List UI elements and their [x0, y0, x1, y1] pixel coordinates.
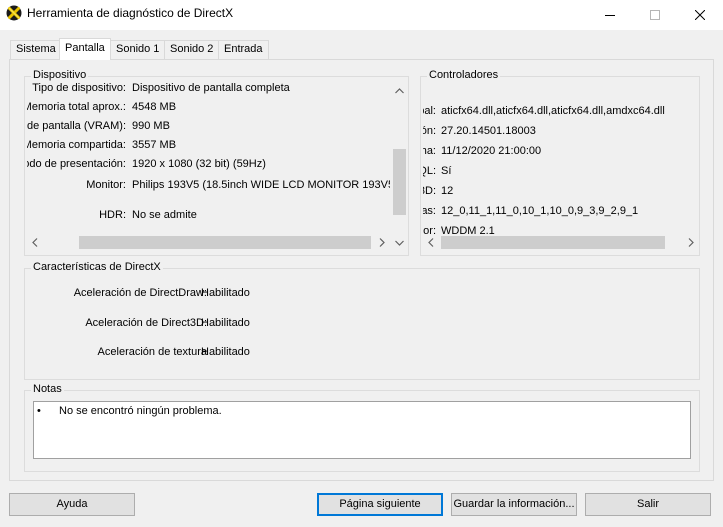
title-bar: Herramienta de diagnóstico de DirectX: [0, 0, 723, 30]
save-info-button[interactable]: Guardar la información...: [451, 493, 577, 516]
chevron-up-icon: [395, 88, 404, 94]
minimize-button[interactable]: [588, 0, 633, 30]
maximize-button[interactable]: [633, 0, 678, 30]
tab-entrada[interactable]: Entrada: [218, 40, 269, 59]
device-hscroll-thumb[interactable]: [79, 236, 371, 249]
tab-label: Sistema: [16, 43, 56, 55]
drivers-value: 27.20.14501.18003: [441, 125, 536, 137]
drivers-hscroll-thumb[interactable]: [441, 236, 665, 249]
notes-item-text: No se encontró ningún problema.: [59, 405, 222, 417]
tab-label: Sonido 1: [116, 43, 160, 55]
device-label: HDR:: [99, 209, 126, 221]
directx-label: Aceleración de DirectDraw:: [73, 287, 207, 299]
directx-features-group: Características de DirectX Aceleración d…: [24, 261, 700, 380]
tab-sonido-1[interactable]: Sonido 1: [110, 40, 166, 59]
chevron-right-icon: [379, 238, 385, 247]
chevron-left-icon: [428, 238, 434, 247]
maximize-icon: [650, 10, 660, 20]
drivers-label: Características:: [423, 205, 436, 217]
chevron-down-icon: [395, 240, 404, 246]
window-title: Herramienta de diagnóstico de DirectX: [27, 6, 234, 20]
scroll-right-button[interactable]: [682, 234, 699, 251]
notes-group: Notas • No se encontró ningún problema.: [24, 383, 700, 472]
drivers-value: Sí: [441, 165, 452, 177]
drivers-value: 12_0,11_1,11_0,10_1,10_0,9_3,9_2,9_1: [441, 205, 639, 217]
scroll-up-button[interactable]: [391, 83, 408, 100]
scroll-left-button[interactable]: [27, 234, 44, 251]
tab-sistema[interactable]: Sistema: [10, 40, 62, 59]
close-button[interactable]: [678, 0, 723, 30]
help-button[interactable]: Ayuda: [9, 493, 135, 516]
device-label: Tipo de dispositivo:: [32, 83, 126, 94]
device-value: Philips 193V5 (18.5inch WIDE LCD MONITOR…: [132, 179, 390, 191]
directx-app-icon: [6, 5, 22, 21]
device-label: Memoria compartida:: [27, 139, 126, 151]
drivers-label: Fecha:: [423, 145, 436, 157]
drivers-label: WHQL:: [423, 165, 436, 177]
device-label: Monitor:: [86, 179, 126, 191]
drivers-horizontal-scrollbar[interactable]: [423, 234, 699, 251]
scroll-right-button[interactable]: [373, 234, 390, 251]
tab-label: Entrada: [224, 43, 263, 55]
device-scroll-area[interactable]: Tipo de dispositivo: Dispositivo de pant…: [27, 83, 390, 234]
device-vscroll-thumb[interactable]: [393, 149, 406, 215]
tab-pantalla[interactable]: Pantalla: [59, 38, 111, 60]
directx-value: Habilitado: [201, 346, 250, 358]
minimize-icon: [605, 15, 615, 16]
drivers-group-label: Controladores: [427, 69, 501, 81]
device-value: 1920 x 1080 (32 bit) (59Hz): [132, 158, 266, 170]
drivers-label: Modelo de controlador:: [423, 225, 436, 234]
directx-value: Habilitado: [201, 287, 250, 299]
directx-features-group-label: Características de DirectX: [31, 261, 163, 273]
drivers-value: aticfx64.dll,aticfx64.dll,aticfx64.dll,a…: [441, 105, 665, 117]
device-value: 990 MB: [132, 120, 170, 132]
drivers-label: Direct3D:: [423, 185, 436, 197]
drivers-value: WDDM 2.1: [441, 225, 495, 234]
chevron-left-icon: [32, 238, 38, 247]
device-group: Dispositivo Tipo de dispositivo: Disposi…: [24, 69, 409, 256]
device-value: 3557 MB: [132, 139, 177, 151]
tab-sonido-2[interactable]: Sonido 2: [164, 40, 220, 59]
drivers-scroll-area[interactable]: Controlador principal: aticfx64.dll,atic…: [423, 99, 699, 234]
scroll-down-button[interactable]: [391, 234, 408, 251]
device-value: 4548 MB: [132, 101, 177, 113]
directx-label: Aceleración de textura: [97, 346, 207, 358]
drivers-label: Controlador principal:: [423, 105, 436, 117]
notes-group-label: Notas: [31, 383, 64, 395]
device-vertical-scrollbar[interactable]: [391, 83, 408, 234]
directx-label: Aceleración de Direct3D:: [85, 317, 207, 329]
tab-label: Pantalla: [65, 42, 105, 54]
device-horizontal-scrollbar[interactable]: [27, 234, 408, 251]
tab-panel-pantalla: Dispositivo Tipo de dispositivo: Disposi…: [9, 59, 714, 481]
next-page-button[interactable]: Página siguiente: [317, 493, 443, 516]
bullet-icon: •: [37, 405, 41, 417]
directx-value: Habilitado: [201, 317, 250, 329]
device-label: Memoria de pantalla (VRAM):: [27, 120, 126, 132]
chevron-right-icon: [688, 238, 694, 247]
device-value: Dispositivo de pantalla completa: [132, 83, 290, 94]
drivers-label: Versión:: [423, 125, 436, 137]
device-label: Memoria total aprox.:: [27, 101, 126, 113]
drivers-value: 11/12/2020 21:00:00: [441, 145, 542, 157]
drivers-value: 12: [441, 185, 454, 197]
device-group-label: Dispositivo: [31, 69, 89, 81]
device-label: Modo de presentación:: [27, 158, 126, 170]
drivers-group: Controladores Controlador principal: ati…: [420, 69, 700, 256]
scroll-left-button[interactable]: [423, 234, 440, 251]
tab-label: Sonido 2: [170, 43, 214, 55]
exit-button[interactable]: Salir: [585, 493, 711, 516]
close-icon: [695, 10, 705, 20]
notes-textbox[interactable]: • No se encontró ningún problema.: [33, 401, 691, 459]
device-value: No se admite: [132, 209, 197, 221]
